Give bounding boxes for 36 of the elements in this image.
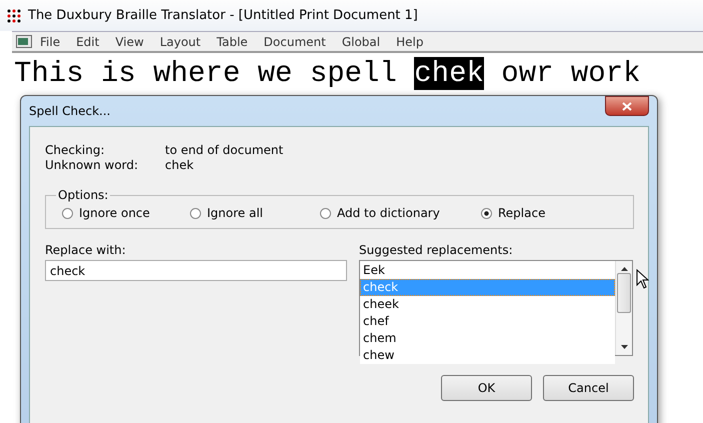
document-icon	[16, 35, 32, 48]
document-text: owr work	[500, 57, 641, 90]
dialog-button[interactable]: OK	[441, 375, 532, 401]
menu-item[interactable]: Help	[388, 34, 432, 48]
replace-field[interactable]: check	[45, 260, 347, 281]
suggestion-item[interactable]: chew	[360, 347, 615, 364]
options-legend: Options:	[56, 188, 110, 202]
dialog-button[interactable]: Cancel	[543, 375, 634, 401]
radio-option[interactable]: Add to dictionary	[320, 206, 481, 220]
info-label: Unknown word:	[45, 158, 140, 172]
info-value: to end of document	[165, 143, 284, 157]
menu-item[interactable]: Edit	[68, 34, 108, 48]
close-icon	[622, 102, 632, 110]
highlighted-word: chek	[414, 57, 484, 90]
info-value: chek	[165, 158, 195, 172]
scrollbar[interactable]	[615, 261, 632, 355]
app-logo-icon	[6, 8, 22, 24]
menu-item[interactable]: File	[32, 34, 68, 48]
menu-item[interactable]: Document	[256, 34, 334, 48]
suggestions-label: Suggested replacements:	[359, 243, 514, 257]
close-button[interactable]	[605, 96, 649, 116]
radio-option[interactable]: Ignore once	[62, 206, 190, 220]
menu-item[interactable]: Layout	[152, 34, 209, 48]
window-title: The Duxbury Braille Translator - [Untitled Print Document 1]	[28, 8, 418, 23]
radio-option[interactable]: Ignore all	[190, 206, 320, 220]
document-text: This is where we spell	[14, 57, 398, 90]
menu-item[interactable]: View	[107, 34, 152, 48]
mouse-cursor-icon	[636, 269, 649, 289]
menu-item[interactable]: Table	[208, 34, 256, 48]
scroll-up-icon	[620, 267, 628, 271]
dialog-title: Spell Check...	[29, 104, 110, 118]
scroll-down-icon	[620, 345, 628, 349]
radio-option[interactable]: Replace	[481, 206, 601, 220]
info-label: Checking:	[45, 143, 106, 157]
replace-label: Replace with:	[45, 243, 127, 257]
menu-item[interactable]: Global	[334, 34, 388, 48]
